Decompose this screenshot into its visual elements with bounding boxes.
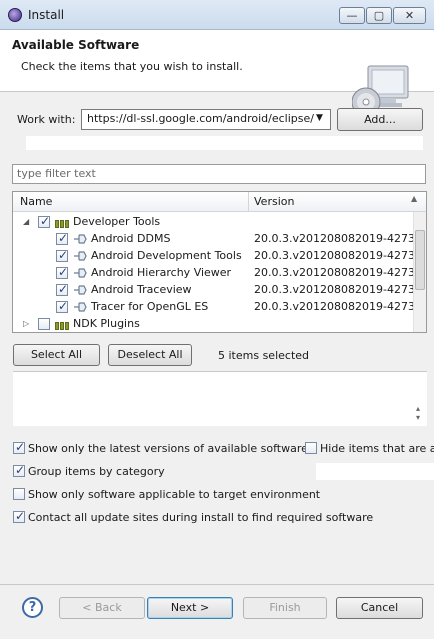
checkmark-icon: ✓ [58,248,69,262]
checkmark-icon: ✓ [15,440,26,454]
software-tree: Name Version ▲ ◢ ✓ Developer Tools ✓ And… [12,191,427,333]
item-version: 20.0.3.v201208082019-427395 [254,249,427,262]
page-title: Available Software [12,38,140,52]
item-label: Android Traceview [91,283,192,296]
next-button[interactable]: Next > [147,597,233,619]
cancel-button[interactable]: Cancel [336,597,423,619]
checkmark-icon: ✓ [40,214,51,228]
item-label: Android Development Tools [91,249,242,262]
help-icon[interactable]: ? [22,597,43,618]
item-checkbox[interactable]: ✓ [56,282,69,296]
item-version: 20.0.3.v201208082019-427395 [254,232,427,245]
plugin-icon [74,285,87,295]
column-header-version[interactable]: Version [254,195,294,208]
target-environment-checkbox[interactable] [13,488,25,500]
item-checkbox[interactable]: ✓ [56,248,69,262]
minimize-button[interactable]: — [339,7,365,24]
contact-sites-label: Contact all update sites during install … [28,511,374,524]
target-environment-option[interactable]: Show only software applicable to target … [13,487,320,503]
column-header-name[interactable]: Name [20,195,52,208]
eclipse-app-icon [8,8,22,22]
checkmark-icon: ✓ [15,509,26,523]
select-all-button[interactable]: Select All [13,344,100,366]
tree-row-category[interactable]: ▷ NDK Plugins [13,315,413,332]
add-site-button[interactable]: Add... [337,108,423,131]
blank-panel [316,463,434,480]
details-area [13,372,427,426]
finish-button[interactable]: Finish [243,597,327,619]
filter-input[interactable]: type filter text [12,164,426,184]
back-button[interactable]: < Back [59,597,145,619]
item-version: 20.0.3.v201208082019-427395 [254,283,427,296]
checkmark-icon: ✓ [58,282,69,296]
column-divider[interactable] [248,192,249,212]
show-latest-option[interactable]: ✓ Show only the latest versions of avail… [13,440,308,457]
hide-installed-checkbox[interactable] [305,442,317,454]
item-checkbox[interactable]: ✓ [56,231,69,245]
category-label: Developer Tools [73,215,161,228]
checkmark-icon: ✓ [58,265,69,279]
tree-row-item[interactable]: ✓ Android Development Tools 20.0.3.v2012… [13,247,426,264]
collapsed-arrow-icon[interactable]: ▷ [23,319,29,328]
plugin-icon [74,302,87,312]
category-label: NDK Plugins [73,317,140,330]
contact-sites-checkbox[interactable]: ✓ [13,509,26,523]
checkmark-icon: ✓ [58,231,69,245]
tree-row-category[interactable]: ◢ ✓ Developer Tools [13,213,413,230]
work-with-value: https://dl-ssl.google.com/android/eclips… [87,112,314,125]
work-with-combo[interactable]: https://dl-ssl.google.com/android/eclips… [81,109,331,130]
plugin-icon [74,234,87,244]
item-version: 20.0.3.v201208082019-427395 [254,300,427,313]
group-by-category-option[interactable]: ✓ Group items by category [13,463,213,480]
site-info-strip [26,136,423,150]
footer-divider [0,584,434,585]
wizard-header: Available Software Check the items that … [0,30,434,117]
checkmark-icon: ✓ [15,463,26,477]
expand-arrow-icon[interactable]: ◢ [23,217,29,226]
group-by-category-label: Group items by category [28,465,165,478]
item-label: Android DDMS [91,232,171,245]
details-scroll-icon[interactable]: ▴ ▾ [416,404,420,422]
item-label: Android Hierarchy Viewer [91,266,232,279]
tree-row-item[interactable]: ✓ Android Hierarchy Viewer 20.0.3.v20120… [13,264,426,281]
item-version: 20.0.3.v201208082019-427395 [254,266,427,279]
deselect-all-button[interactable]: Deselect All [108,344,192,366]
category-checkbox[interactable] [38,318,50,330]
tree-scrollbar[interactable] [413,212,426,332]
title-bar: Install — ▢ ✕ [0,0,434,30]
checkmark-icon: ✓ [58,299,69,313]
category-icon [55,218,71,228]
tree-row-item[interactable]: ✓ Tracer for OpenGL ES 20.0.3.v201208082… [13,298,426,315]
contact-sites-option[interactable]: ✓ Contact all update sites during instal… [13,509,373,526]
category-checkbox[interactable]: ✓ [38,214,51,228]
combo-dropdown-icon[interactable]: ▼ [316,113,323,123]
work-with-label: Work with: [17,113,76,126]
plugin-icon [74,268,87,278]
hide-installed-option[interactable]: Hide items that are already installed [305,441,434,457]
tree-row-item[interactable]: ✓ Android Traceview 20.0.3.v201208082019… [13,281,426,298]
show-latest-label: Show only the latest versions of availab… [28,442,308,455]
group-by-category-checkbox[interactable]: ✓ [13,463,26,477]
page-description: Check the items that you wish to install… [21,60,243,73]
item-checkbox[interactable]: ✓ [56,299,69,313]
item-checkbox[interactable]: ✓ [56,265,69,279]
window-title: Install [28,8,65,22]
hide-installed-label: Hide items that are already installed [320,442,434,455]
selection-count: 5 items selected [218,349,310,362]
show-latest-checkbox[interactable]: ✓ [13,440,26,454]
tree-row-item[interactable]: ✓ Android DDMS 20.0.3.v201208082019-4273… [13,230,426,247]
item-label: Tracer for OpenGL ES [91,300,209,313]
plugin-icon [74,251,87,261]
tree-header: Name Version ▲ [13,192,426,212]
category-icon [55,320,71,330]
scroll-up-arrow-icon[interactable]: ▲ [411,194,417,203]
scrollbar-thumb[interactable] [415,230,425,290]
maximize-button[interactable]: ▢ [366,7,392,24]
close-button[interactable]: ✕ [393,7,426,24]
target-environment-label: Show only software applicable to target … [28,488,321,501]
